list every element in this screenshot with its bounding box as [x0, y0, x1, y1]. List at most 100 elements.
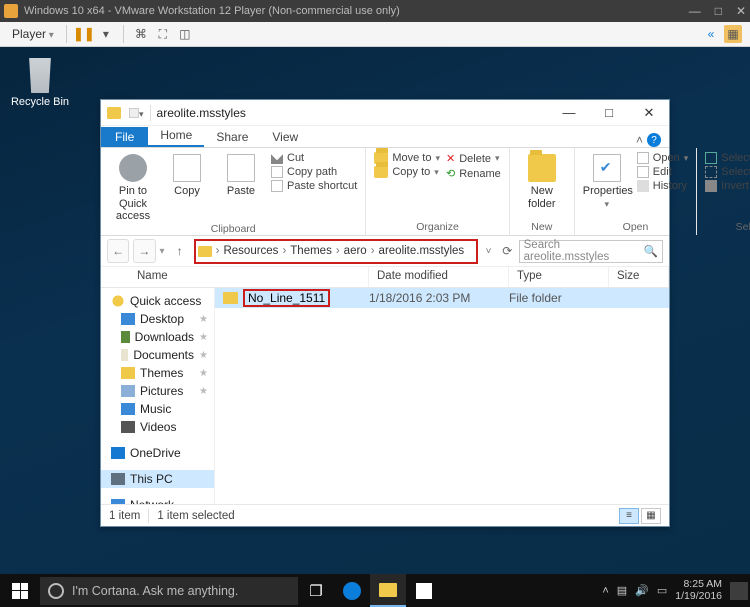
tools-indicator-icon[interactable]: « [702, 25, 720, 43]
breadcrumb[interactable]: › Resources Themes aero areolite.msstyle… [195, 240, 478, 263]
refresh-button[interactable]: ⟳ [500, 239, 515, 263]
file-list[interactable]: No_Line_1511 1/18/2016 2:03 PM File fold… [215, 288, 669, 504]
select-none-button[interactable]: Select none [705, 166, 750, 178]
pin-icon [119, 154, 147, 182]
nav-pane: Quick access Desktop★ Downloads★ Documen… [101, 288, 215, 504]
invert-icon [705, 180, 717, 192]
unity-button[interactable]: ◫ [176, 25, 194, 43]
tray-chevron[interactable]: ˄ [602, 585, 608, 597]
nav-network[interactable]: Network [101, 496, 214, 504]
nav-videos[interactable]: Videos [101, 418, 214, 436]
cortana-search[interactable]: I'm Cortana. Ask me anything. [40, 577, 298, 605]
fullscreen-button[interactable]: ⛶ [154, 25, 172, 43]
input-tray-icon[interactable]: ▭ [657, 584, 667, 597]
maximize-button[interactable]: □ [589, 105, 629, 121]
network-tray-icon[interactable]: ▤ [617, 584, 627, 597]
nav-pictures[interactable]: Pictures★ [101, 382, 214, 400]
player-menu[interactable]: Player [6, 25, 60, 43]
play-dropdown[interactable]: ▾ [97, 25, 115, 43]
nav-forward-button[interactable]: → [133, 239, 155, 263]
explorer-titlebar[interactable]: areolite.msstyles — □ ✕ [101, 100, 669, 126]
new-folder-button[interactable]: New folder [518, 152, 566, 210]
close-button[interactable]: ✕ [629, 105, 669, 121]
nav-desktop[interactable]: Desktop★ [101, 310, 214, 328]
view-tab[interactable]: View [260, 127, 310, 147]
pause-button[interactable]: ❚❚ [75, 25, 93, 43]
copy-path-button[interactable]: Copy path [271, 166, 357, 178]
recycle-bin[interactable]: Recycle Bin [10, 55, 70, 108]
properties-icon [593, 154, 621, 182]
copy-path-icon [271, 166, 283, 178]
nav-onedrive[interactable]: OneDrive [101, 444, 214, 462]
copy-button[interactable]: Copy [163, 152, 211, 198]
thumbnails-view-button[interactable]: ▦ [641, 508, 661, 524]
vmware-titlebar: Windows 10 x64 - VMware Workstation 12 P… [0, 0, 750, 22]
copy-to-button[interactable]: Copy to [374, 166, 440, 178]
details-view-button[interactable]: ≡ [619, 508, 639, 524]
nav-recent-dropdown[interactable]: ▾ [160, 246, 165, 257]
devices-button[interactable]: ▦ [724, 25, 742, 43]
vmware-minimize-button[interactable]: — [689, 4, 701, 18]
minimize-button[interactable]: — [549, 105, 589, 121]
breadcrumb-seg-themes[interactable]: Themes [290, 245, 343, 257]
delete-button[interactable]: ✕Delete [446, 152, 501, 165]
store-button[interactable] [406, 574, 442, 607]
qat-button[interactable] [129, 108, 139, 118]
paste-shortcut-button[interactable]: Paste shortcut [271, 180, 357, 192]
nav-music[interactable]: Music [101, 400, 214, 418]
home-tab[interactable]: Home [148, 125, 204, 147]
col-size[interactable]: Size [609, 267, 669, 287]
properties-button[interactable]: Properties [583, 152, 631, 210]
send-ctrl-alt-del-button[interactable]: ⌘ [132, 25, 150, 43]
help-button[interactable]: ? [647, 133, 661, 147]
col-name[interactable]: Name [101, 267, 369, 287]
desktop[interactable]: Recycle Bin areolite.msstyles — □ ✕ File… [0, 47, 750, 574]
file-date: 1/18/2016 2:03 PM [369, 291, 509, 305]
pin-to-quick-access-button[interactable]: Pin to Quick access [109, 152, 157, 223]
history-button[interactable]: History [637, 180, 688, 192]
action-center-button[interactable] [730, 582, 748, 600]
list-item[interactable]: No_Line_1511 1/18/2016 2:03 PM File fold… [215, 288, 669, 308]
clipboard-group-label: Clipboard [109, 223, 357, 237]
cut-button[interactable]: Cut [271, 152, 357, 164]
nav-quick-access[interactable]: Quick access [101, 292, 214, 310]
open-group-label: Open [583, 221, 688, 235]
paste-button[interactable]: Paste [217, 152, 265, 198]
edge-button[interactable] [334, 574, 370, 607]
nav-back-button[interactable]: ← [107, 239, 129, 263]
invert-selection-button[interactable]: Invert selection [705, 180, 750, 192]
file-explorer-button[interactable] [370, 574, 406, 607]
task-view-button[interactable]: ❐ [298, 574, 334, 607]
breadcrumb-seg-aero[interactable]: aero [344, 245, 379, 257]
vmware-close-button[interactable]: ✕ [736, 4, 746, 18]
share-tab[interactable]: Share [204, 127, 260, 147]
column-headers: Name Date modified Type Size [101, 266, 669, 288]
volume-tray-icon[interactable]: 🔊 [635, 584, 649, 597]
col-date[interactable]: Date modified [369, 267, 509, 287]
nav-downloads[interactable]: Downloads★ [101, 328, 214, 346]
rename-button[interactable]: ⟲Rename [446, 167, 501, 180]
select-all-button[interactable]: Select all [705, 152, 750, 164]
nav-this-pc[interactable]: This PC [101, 470, 214, 488]
nav-themes[interactable]: Themes★ [101, 364, 214, 382]
open-button[interactable]: Open [637, 152, 688, 164]
search-input[interactable]: Search areolite.msstyles 🔍 [519, 240, 663, 263]
breadcrumb-seg-areolite[interactable]: areolite.msstyles [379, 245, 473, 257]
col-type[interactable]: Type [509, 267, 609, 287]
nav-up-button[interactable]: ↑ [169, 239, 191, 263]
file-type: File folder [509, 291, 609, 305]
start-button[interactable] [0, 574, 40, 607]
edit-button[interactable]: Edit [637, 166, 688, 178]
taskbar: I'm Cortana. Ask me anything. ❐ ˄ ▤ 🔊 ▭ … [0, 574, 750, 607]
store-icon [416, 583, 432, 599]
qat-dropdown[interactable] [139, 104, 144, 122]
file-tab[interactable]: File [101, 127, 148, 147]
address-dropdown[interactable]: ˅ [481, 239, 496, 263]
clock[interactable]: 8:25 AM 1/19/2016 [675, 579, 722, 602]
nav-documents[interactable]: Documents★ [101, 346, 214, 364]
collapse-ribbon-button[interactable]: ˄ [636, 133, 643, 147]
breadcrumb-seg-resources[interactable]: Resources [223, 245, 290, 257]
windows-logo-icon [12, 583, 28, 599]
breadcrumb-folder-icon [198, 246, 212, 257]
vmware-maximize-button[interactable]: □ [715, 4, 722, 18]
